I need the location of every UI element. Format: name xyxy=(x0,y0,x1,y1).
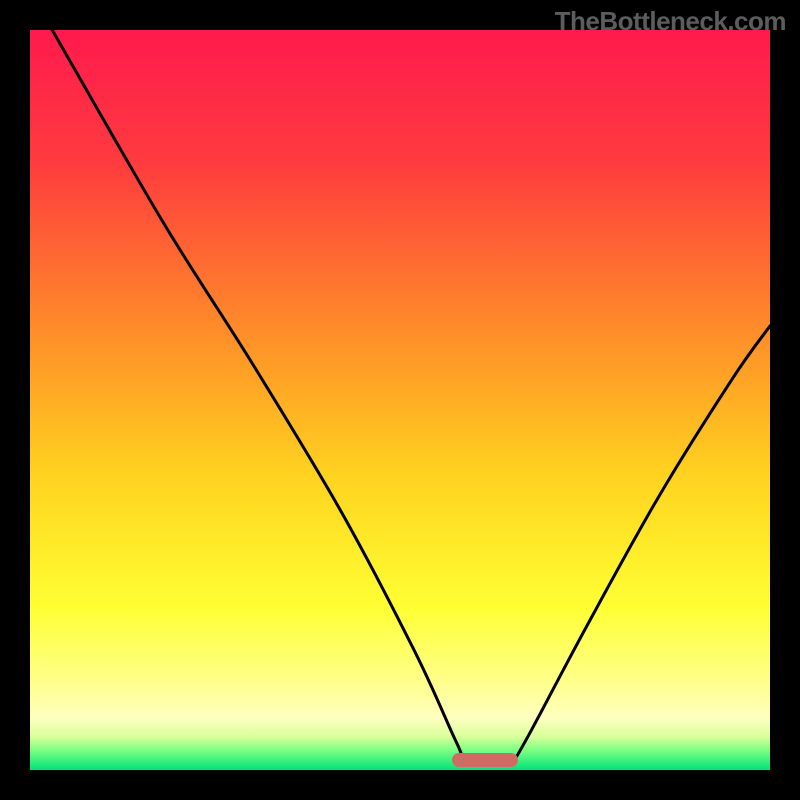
optimal-range-marker xyxy=(452,753,519,767)
bottleneck-curve xyxy=(52,30,770,763)
curve-layer xyxy=(30,30,770,770)
chart-frame: TheBottleneck.com xyxy=(0,0,800,800)
plot-area xyxy=(30,30,770,770)
